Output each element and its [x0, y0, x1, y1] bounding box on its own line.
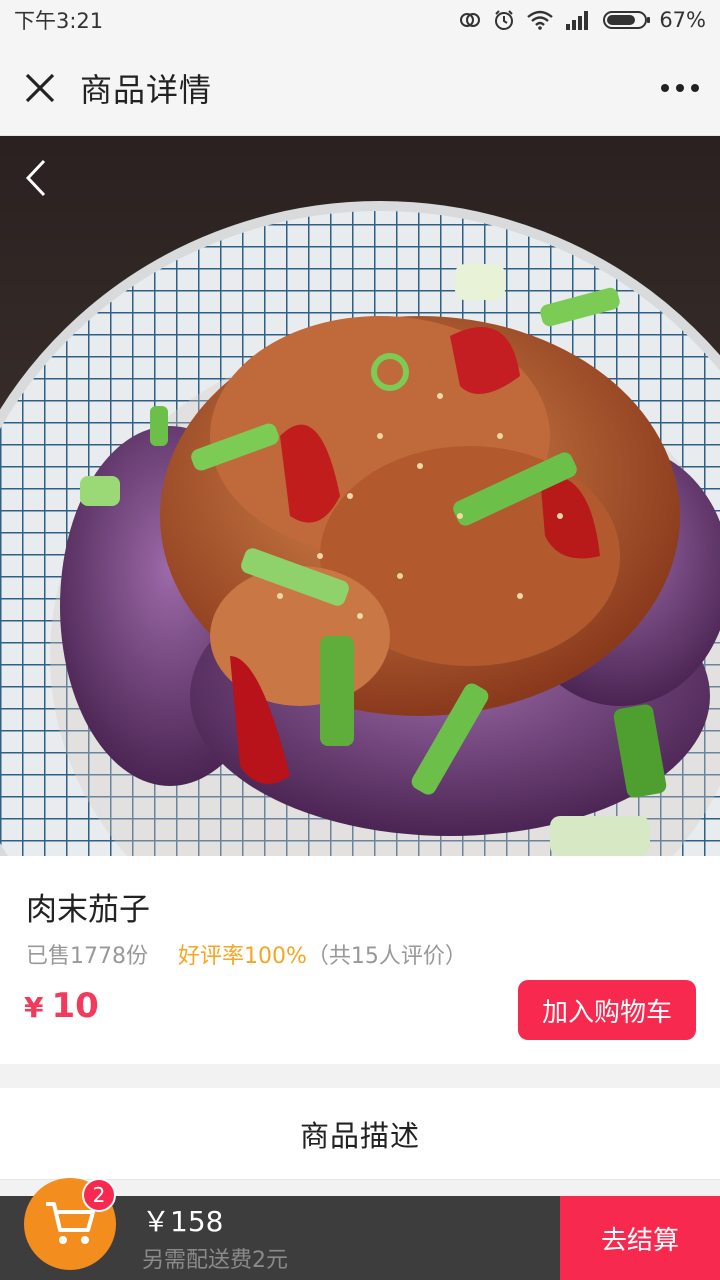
product-info: 肉末茄子 已售1778份 好评率100%（共15人评价） ¥10 加入购物车 — [0, 856, 720, 1064]
price-value: 10 — [51, 986, 99, 1026]
alarm-icon — [495, 10, 514, 30]
sold-count: 已售1778份 — [26, 944, 148, 969]
delivery-fee-note: 另需配送费2元 — [142, 1248, 288, 1273]
food-photo — [0, 136, 720, 856]
signal-icon — [566, 11, 589, 30]
product-name: 肉末茄子 — [26, 892, 150, 928]
more-button[interactable] — [640, 40, 720, 136]
status-icons: 67% — [459, 8, 706, 32]
page-title: 商品详情 — [80, 70, 213, 109]
status-bar: 下午3:21 67% — [0, 0, 720, 40]
rating-count: （共15人评价） — [306, 944, 467, 969]
currency-symbol: ¥ — [24, 991, 44, 1024]
cart-count-badge: 2 — [82, 1178, 116, 1212]
wifi-icon — [527, 10, 554, 30]
close-button[interactable] — [0, 40, 80, 136]
chevron-left-icon — [25, 159, 46, 197]
battery: 67% — [603, 8, 706, 32]
price: ¥10 — [24, 986, 99, 1026]
battery-icon — [603, 11, 651, 29]
nav-bar: 商品详情 — [0, 40, 720, 136]
description-title: 商品描述 — [299, 1118, 420, 1153]
close-icon — [25, 73, 55, 102]
description-section: 商品描述 — [0, 1088, 720, 1180]
sync-icon — [460, 13, 481, 27]
cart-total: ￥158 — [142, 1205, 224, 1238]
add-to-cart-button[interactable]: 加入购物车 — [518, 980, 696, 1040]
battery-level: 67% — [659, 8, 706, 32]
back-button[interactable] — [14, 156, 58, 200]
more-icon — [661, 83, 699, 92]
status-time: 下午3:21 — [14, 9, 104, 33]
checkout-button[interactable]: 去结算 — [560, 1196, 720, 1280]
rating-rate: 好评率100% — [178, 944, 307, 969]
product-image — [0, 136, 720, 856]
sales-row: 已售1778份 好评率100%（共15人评价） — [26, 938, 467, 970]
